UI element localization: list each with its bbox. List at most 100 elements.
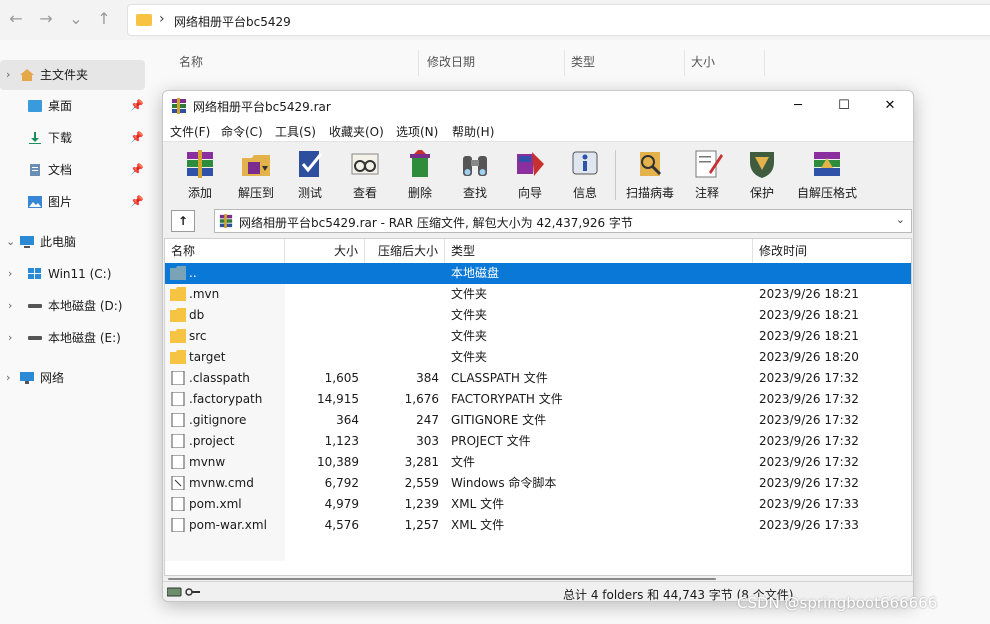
add-button[interactable]: 添加 (173, 146, 227, 204)
sidebar-item-home[interactable]: › 主文件夹 (0, 60, 145, 90)
file-type: XML 文件 (451, 497, 505, 511)
menu-file[interactable]: 文件(F) (170, 123, 210, 140)
sidebar-item-drive-d[interactable]: › 本地磁盘 (D:) (0, 291, 145, 321)
file-type: 文件夹 (451, 287, 488, 301)
column-header-size[interactable]: 大小 (691, 50, 715, 74)
virus-scan-icon (640, 152, 662, 176)
chevron-right-icon[interactable]: › (8, 323, 12, 353)
column-header-name[interactable]: 名称 (179, 50, 203, 74)
sidebar-item-downloads[interactable]: 下载 📌 (0, 123, 145, 153)
column-divider[interactable] (684, 50, 685, 76)
file-name: .project (189, 434, 235, 448)
wizard-button[interactable]: 向导 (503, 146, 557, 204)
scan-virus-button[interactable]: 扫描病毒 (623, 146, 677, 204)
key-icon[interactable] (185, 586, 201, 598)
extract-to-button[interactable]: 解压到 (229, 146, 283, 204)
sfx-button[interactable]: 自解压格式 (791, 146, 863, 204)
up-folder-button[interactable]: ↑ (171, 210, 195, 232)
pin-icon[interactable]: 📌 (130, 91, 144, 121)
folder-icon (136, 14, 152, 26)
address-bar[interactable]: › 网络相册平台bc5429 (127, 4, 990, 36)
path-bar: ↑ 网络相册平台bc5429.rar - RAR 压缩文件, 解包大小为 42,… (163, 207, 913, 235)
info-button[interactable]: 信息 (558, 146, 612, 204)
view-glasses-icon (351, 153, 379, 175)
file-row[interactable]: pom.xml 4,979 1,239 XML 文件 2023/9/26 17:33 (165, 494, 911, 515)
file-packed-size: 2,559 (404, 476, 439, 490)
back-arrow-icon[interactable]: ← (6, 9, 26, 29)
sidebar-item-drive-e[interactable]: › 本地磁盘 (E:) (0, 323, 145, 353)
column-header-modified[interactable]: 修改日期 (427, 50, 475, 74)
file-row[interactable]: .classpath 1,605 384 CLASSPATH 文件 2023/9/26 … (165, 368, 911, 389)
drive-icon[interactable] (167, 586, 183, 598)
column-header-name[interactable]: 名称 (165, 239, 285, 263)
comment-button[interactable]: 注释 (680, 146, 734, 204)
column-header-size[interactable]: 大小 (285, 239, 365, 263)
column-header-modified[interactable]: 修改时间 (753, 239, 911, 263)
menu-tools[interactable]: 工具(S) (275, 123, 316, 140)
sidebar-item-network[interactable]: › 网络 (0, 363, 145, 393)
file-modified: 2023/9/26 17:32 (759, 455, 859, 469)
protect-button[interactable]: 保护 (735, 146, 789, 204)
view-button[interactable]: 查看 (338, 146, 392, 204)
file-row[interactable]: .. 本地磁盘 (165, 263, 911, 284)
file-row[interactable]: .gitignore 364 247 GITIGNORE 文件 2023/9/26 17… (165, 410, 911, 431)
file-packed-size: 247 (416, 413, 439, 427)
sidebar-item-documents[interactable]: 文档 📌 (0, 155, 145, 185)
column-divider[interactable] (418, 50, 419, 76)
chevron-down-icon[interactable]: ⌄ (896, 213, 905, 226)
menu-help[interactable]: 帮助(H) (452, 123, 494, 140)
file-row[interactable]: pom-war.xml 4,576 1,257 XML 文件 2023/9/26 17:… (165, 515, 911, 536)
pin-icon[interactable]: 📌 (130, 187, 144, 217)
sidebar-item-drive-c[interactable]: › Win11 (C:) (0, 259, 145, 289)
file-icon (171, 497, 185, 511)
sidebar-item-pictures[interactable]: 图片 📌 (0, 187, 145, 217)
explorer-navbar: ← → ⌄ ↑ › 网络相册平台bc5429 (0, 0, 990, 40)
close-button[interactable]: ✕ (867, 91, 913, 121)
file-row[interactable]: src 文件夹 2023/9/26 18:21 (165, 326, 911, 347)
file-row[interactable]: mvnw.cmd 6,792 2,559 Windows 命令脚本 2023/9/26 … (165, 473, 911, 494)
file-size: 6,792 (324, 476, 359, 490)
file-row[interactable]: .mvn 文件夹 2023/9/26 18:21 (165, 284, 911, 305)
column-header-packed[interactable]: 压缩后大小 (365, 239, 445, 263)
find-button[interactable]: 查找 (448, 146, 502, 204)
column-divider[interactable] (564, 50, 565, 76)
maximize-button[interactable]: ☐ (821, 91, 867, 121)
chevron-right-icon[interactable]: › (6, 60, 10, 90)
sidebar-item-desktop[interactable]: 桌面 📌 (0, 91, 145, 121)
column-divider[interactable] (764, 50, 765, 76)
chevron-right-icon[interactable]: › (8, 291, 12, 321)
file-row[interactable]: db 文件夹 2023/9/26 18:21 (165, 305, 911, 326)
up-arrow-icon[interactable]: ↑ (94, 9, 114, 29)
chevron-right-icon[interactable]: › (6, 363, 10, 393)
minimize-button[interactable]: ─ (775, 91, 821, 121)
pin-icon[interactable]: 📌 (130, 155, 144, 185)
test-check-icon (299, 151, 323, 177)
chevron-down-icon[interactable]: ⌄ (6, 227, 15, 257)
explorer-sidebar: › 主文件夹 桌面 📌 下载 📌 文档 📌 图片 📌 ⌄ 此电脑 › Win11… (0, 46, 150, 624)
test-button[interactable]: 测试 (283, 146, 337, 204)
file-row[interactable]: .factorypath 14,915 1,676 FACTORYPATH 文件 202… (165, 389, 911, 410)
file-list: 名称 大小 压缩后大小 类型 修改时间 .. 本地磁盘 .mvn 文件夹 2023/9/… (164, 238, 912, 576)
menu-favorites[interactable]: 收藏夹(O) (329, 123, 384, 140)
menu-commands[interactable]: 命令(C) (221, 123, 263, 140)
sidebar-item-this-pc[interactable]: ⌄ 此电脑 (0, 227, 145, 257)
menu-options[interactable]: 选项(N) (396, 123, 438, 140)
delete-button[interactable]: 删除 (393, 146, 447, 204)
file-icon (171, 518, 185, 532)
file-packed-size: 303 (416, 434, 439, 448)
sidebar-item-label: 网络 (40, 371, 65, 385)
pin-icon[interactable]: 📌 (130, 123, 144, 153)
chevron-right-icon[interactable]: › (8, 259, 12, 289)
file-row[interactable]: .project 1,123 303 PROJECT 文件 2023/9/26 17:3… (165, 431, 911, 452)
scrollbar-thumb[interactable] (168, 578, 716, 580)
file-row[interactable]: target 文件夹 2023/9/26 18:20 (165, 347, 911, 368)
file-row[interactable]: mvnw 10,389 3,281 文件 2023/9/26 17:32 (165, 452, 911, 473)
archive-path-combobox[interactable]: 网络相册平台bc5429.rar - RAR 压缩文件, 解包大小为 42,43… (214, 209, 912, 233)
column-header-type[interactable]: 类型 (445, 239, 753, 263)
forward-arrow-icon[interactable]: → (36, 9, 56, 29)
windows-drive-icon (28, 268, 41, 279)
chevron-down-icon[interactable]: ⌄ (66, 9, 86, 29)
column-header-type[interactable]: 类型 (571, 50, 595, 74)
winrar-titlebar[interactable]: 网络相册平台bc5429.rar ─ ☐ ✕ (163, 91, 913, 121)
wizard-icon (517, 152, 544, 176)
